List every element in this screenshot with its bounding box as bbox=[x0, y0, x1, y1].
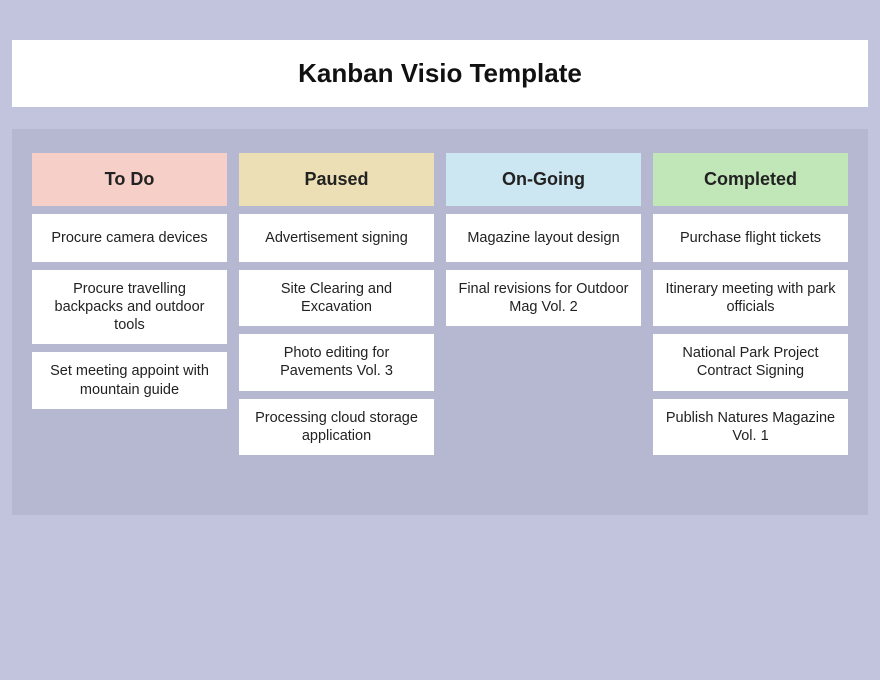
column-header-completed: Completed bbox=[653, 153, 848, 206]
column-header-todo: To Do bbox=[32, 153, 227, 206]
kanban-card[interactable]: Advertisement signing bbox=[239, 214, 434, 262]
kanban-card[interactable]: Final revisions for Outdoor Mag Vol. 2 bbox=[446, 270, 641, 326]
page-title: Kanban Visio Template bbox=[12, 58, 868, 89]
kanban-board: To Do Procure camera devices Procure tra… bbox=[32, 153, 848, 455]
kanban-card[interactable]: Procure travelling backpacks and outdoor… bbox=[32, 270, 227, 344]
kanban-card[interactable]: National Park Project Contract Signing bbox=[653, 334, 848, 390]
column-todo: To Do Procure camera devices Procure tra… bbox=[32, 153, 227, 455]
column-header-paused: Paused bbox=[239, 153, 434, 206]
kanban-card[interactable]: Processing cloud storage application bbox=[239, 399, 434, 455]
column-header-ongoing: On-Going bbox=[446, 153, 641, 206]
title-bar: Kanban Visio Template bbox=[12, 40, 868, 107]
kanban-card[interactable]: Purchase flight tickets bbox=[653, 214, 848, 262]
column-ongoing: On-Going Magazine layout design Final re… bbox=[446, 153, 641, 455]
kanban-card[interactable]: Magazine layout design bbox=[446, 214, 641, 262]
kanban-card[interactable]: Publish Natures Magazine Vol. 1 bbox=[653, 399, 848, 455]
column-completed: Completed Purchase flight tickets Itiner… bbox=[653, 153, 848, 455]
kanban-card[interactable]: Set meeting appoint with mountain guide bbox=[32, 352, 227, 408]
column-paused: Paused Advertisement signing Site Cleari… bbox=[239, 153, 434, 455]
kanban-card[interactable]: Procure camera devices bbox=[32, 214, 227, 262]
board-wrap: To Do Procure camera devices Procure tra… bbox=[12, 129, 868, 515]
kanban-card[interactable]: Site Clearing and Excavation bbox=[239, 270, 434, 326]
kanban-card[interactable]: Itinerary meeting with park officials bbox=[653, 270, 848, 326]
kanban-card[interactable]: Photo editing for Pavements Vol. 3 bbox=[239, 334, 434, 390]
